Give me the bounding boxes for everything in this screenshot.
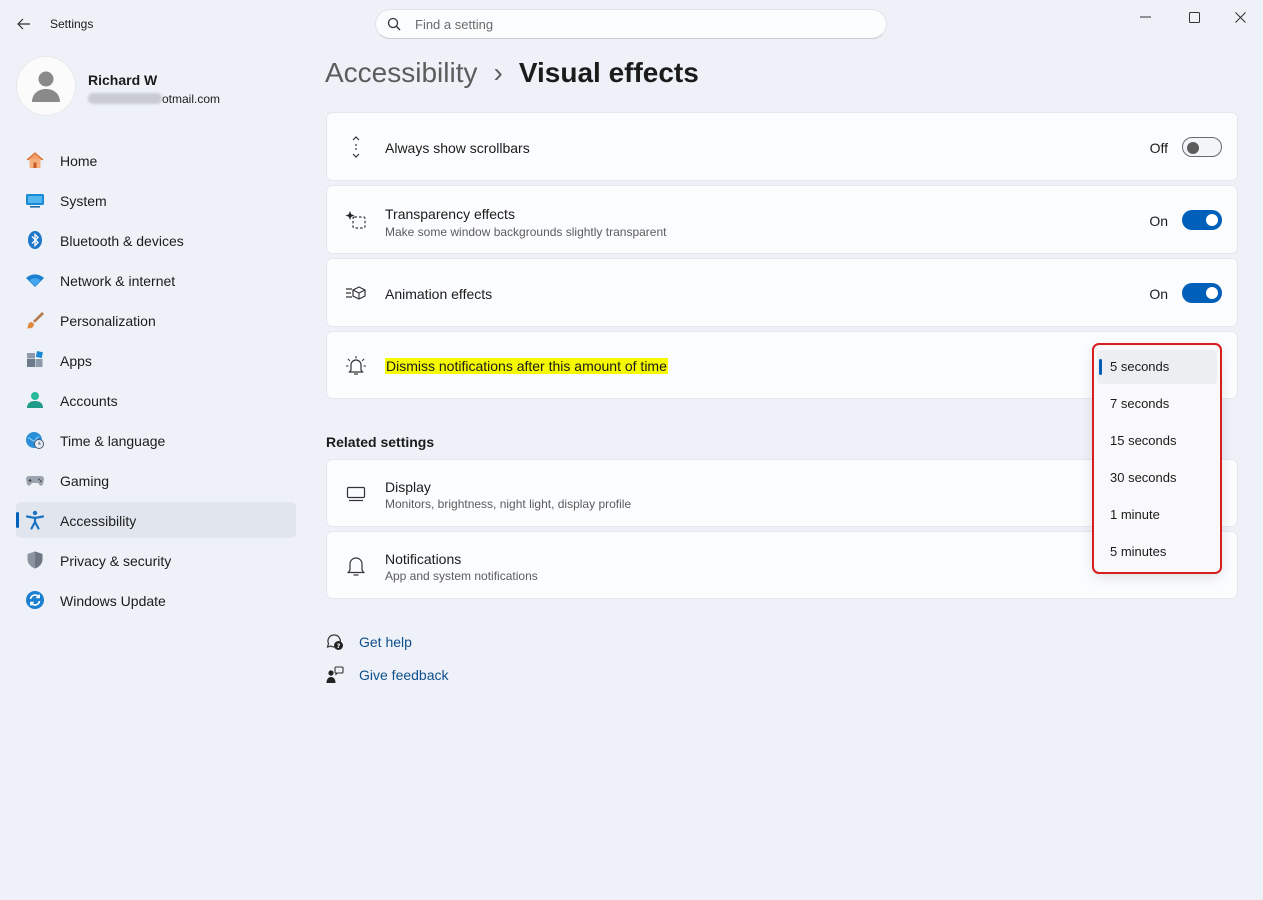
brush-icon (26, 312, 44, 329)
gamepad-icon (26, 476, 44, 486)
back-button[interactable] (10, 10, 38, 38)
scrollbar-icon (344, 135, 368, 159)
accessibility-icon (25, 510, 45, 530)
search-icon (387, 17, 401, 36)
home-icon (26, 152, 44, 168)
svg-text:?: ? (337, 642, 341, 650)
apps-icon (27, 351, 43, 367)
dropdown-option[interactable]: 5 minutes (1097, 535, 1217, 569)
setting-title: Display (385, 479, 431, 495)
selected-indicator (1099, 359, 1102, 375)
active-indicator (16, 512, 19, 528)
animation-toggle[interactable] (1182, 283, 1222, 303)
setting-always-show-scrollbars: Always show scrollbars Off (326, 112, 1238, 181)
toggle-knob (1206, 287, 1218, 299)
setting-subtitle: Make some window backgrounds slightly tr… (385, 225, 667, 239)
toggle-knob (1187, 142, 1199, 154)
setting-title: Dismiss notifications after this amount … (385, 358, 668, 374)
feedback-icon (325, 665, 345, 685)
setting-title: Always show scrollbars (385, 140, 530, 156)
sidebar-nav: Home System Bluetooth & devices Network … (16, 142, 296, 622)
sidebar-item-time-language[interactable]: Time & language (16, 422, 296, 458)
setting-subtitle: App and system notifications (385, 569, 538, 583)
back-arrow-icon (17, 18, 30, 30)
animation-icon (344, 281, 368, 305)
shield-icon (27, 551, 43, 569)
bluetooth-icon (28, 231, 42, 249)
related-settings-header: Related settings (326, 434, 435, 450)
maximize-icon (1188, 11, 1200, 23)
avatar (17, 57, 75, 115)
wifi-icon (26, 274, 44, 287)
breadcrumb: Accessibility › Visual effects (325, 57, 699, 89)
setting-subtitle: Monitors, brightness, night light, displ… (385, 497, 632, 511)
toggle-state-label: On (1149, 286, 1168, 302)
bell-icon (344, 554, 368, 578)
give-feedback-link[interactable]: Give feedback (325, 663, 449, 687)
app-title: Settings (50, 17, 94, 31)
dismiss-time-dropdown[interactable]: 5 seconds 7 seconds 15 seconds 30 second… (1094, 346, 1220, 572)
dropdown-option[interactable]: 1 minute (1097, 498, 1217, 532)
minimize-icon (1140, 16, 1151, 18)
close-button[interactable] (1225, 8, 1255, 26)
user-email: otmail.com (88, 92, 220, 106)
sidebar-item-bluetooth[interactable]: Bluetooth & devices (16, 222, 296, 258)
breadcrumb-parent[interactable]: Accessibility (325, 57, 477, 88)
sidebar-item-gaming[interactable]: Gaming (16, 462, 296, 498)
toggle-state-label: Off (1149, 140, 1168, 156)
setting-animation-effects: Animation effects On (326, 258, 1238, 327)
sidebar-item-home[interactable]: Home (16, 142, 296, 178)
dropdown-option[interactable]: 7 seconds (1097, 387, 1217, 421)
toggle-state-label: On (1149, 213, 1168, 229)
monitor-icon (344, 482, 368, 506)
sidebar-item-system[interactable]: System (16, 182, 296, 218)
search-box[interactable]: Find a setting (375, 9, 887, 39)
setting-title: Animation effects (385, 286, 493, 302)
notification-timer-icon (344, 354, 368, 378)
sidebar-item-accounts[interactable]: Accounts (16, 382, 296, 418)
highlighted-text: Dismiss notifications after this amount … (385, 358, 668, 374)
close-icon (1234, 11, 1246, 23)
search-placeholder: Find a setting (415, 17, 494, 32)
user-silhouette-icon (32, 71, 60, 102)
globe-clock-icon (26, 432, 44, 449)
sidebar-item-accessibility[interactable]: Accessibility (16, 502, 296, 538)
breadcrumb-separator: › (493, 57, 503, 88)
sidebar-item-privacy[interactable]: Privacy & security (16, 542, 296, 578)
toggle-knob (1206, 214, 1218, 226)
get-help-link[interactable]: ? Get help (325, 630, 412, 654)
setting-title: Transparency effects (385, 206, 515, 222)
scrollbars-toggle[interactable] (1182, 137, 1222, 157)
accounts-icon (27, 392, 43, 408)
sidebar-item-network[interactable]: Network & internet (16, 262, 296, 298)
dropdown-option-selected[interactable]: 5 seconds (1097, 350, 1217, 384)
sidebar-item-personalization[interactable]: Personalization (16, 302, 296, 338)
minimize-button[interactable] (1131, 8, 1161, 26)
sidebar-item-apps[interactable]: Apps (16, 342, 296, 378)
title-bar: Settings Find a setting (0, 0, 1263, 48)
transparency-icon (344, 208, 368, 232)
setting-title: Notifications (385, 551, 462, 567)
email-redaction (88, 93, 162, 104)
maximize-button[interactable] (1179, 8, 1209, 26)
help-chat-icon: ? (325, 632, 345, 652)
dropdown-option[interactable]: 15 seconds (1097, 424, 1217, 458)
user-name: Richard W (88, 72, 158, 88)
page-title: Visual effects (518, 57, 699, 88)
sidebar-item-windows-update[interactable]: Windows Update (16, 582, 296, 618)
dropdown-option[interactable]: 30 seconds (1097, 461, 1217, 495)
system-icon (26, 194, 44, 208)
setting-transparency-effects: Transparency effects Make some window ba… (326, 185, 1238, 254)
transparency-toggle[interactable] (1182, 210, 1222, 230)
update-icon (26, 591, 44, 609)
